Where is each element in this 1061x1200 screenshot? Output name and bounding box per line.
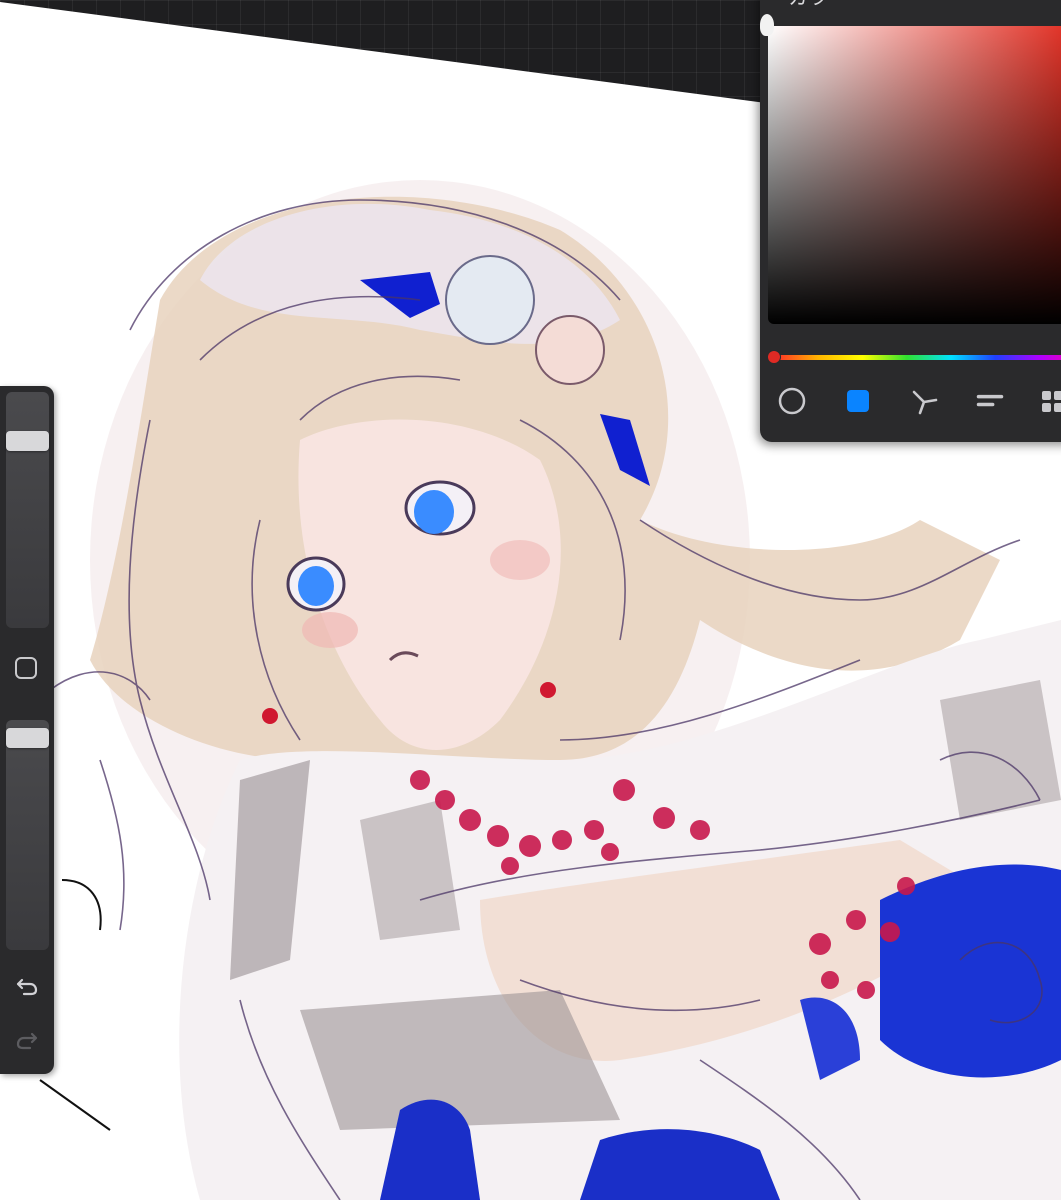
brush-size-thumb[interactable] <box>6 431 49 451</box>
disc-tab[interactable] <box>777 386 807 416</box>
harmony-icon <box>912 390 938 415</box>
brush-size-slider[interactable] <box>6 392 49 628</box>
redo-icon[interactable] <box>14 1026 40 1052</box>
grid-icon <box>1042 391 1061 412</box>
value-tab[interactable] <box>975 386 1005 416</box>
saturation-brightness-square[interactable] <box>768 26 1061 324</box>
color-panel: カラー <box>760 0 1061 442</box>
opacity-slider[interactable] <box>6 720 49 950</box>
palettes-tab[interactable] <box>1039 386 1061 416</box>
opacity-thumb[interactable] <box>6 728 49 748</box>
modify-button[interactable] <box>15 657 37 679</box>
hue-slider[interactable] <box>774 355 1061 360</box>
undo-icon[interactable] <box>14 972 40 998</box>
classic-tab[interactable] <box>843 386 873 416</box>
hue-slider-knob[interactable] <box>768 351 780 363</box>
color-panel-title: カラー <box>788 0 848 8</box>
color-picker-cursor[interactable] <box>760 14 774 36</box>
sliders-icon <box>976 394 1004 407</box>
circle-icon <box>778 387 806 415</box>
square-icon <box>847 390 869 412</box>
brush-sidebar <box>0 386 54 1074</box>
harmony-tab[interactable] <box>910 386 940 416</box>
